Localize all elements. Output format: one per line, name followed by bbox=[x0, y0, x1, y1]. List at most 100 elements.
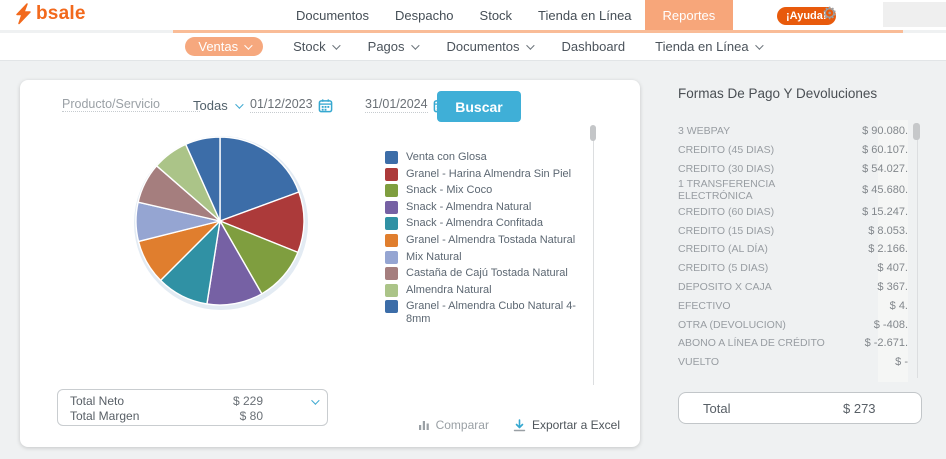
legend-label: Granel - Almendra Tostada Natural bbox=[406, 234, 575, 247]
chevron-down-icon bbox=[332, 41, 340, 49]
card-scrollbar-thumb[interactable] bbox=[590, 125, 596, 141]
date-from-value: 01/12/2023 bbox=[250, 97, 313, 113]
payment-row: CREDITO (60 DIAS)$ 15.247. bbox=[678, 202, 908, 221]
payment-method-label: 1 TRANSFERENCIA ELECTRÓNICA bbox=[678, 178, 836, 202]
payments-title: Formas De Pago Y Devoluciones bbox=[678, 86, 877, 101]
payment-row: EFECTIVO$ 4. bbox=[678, 296, 908, 315]
legend-swatch bbox=[385, 217, 398, 230]
bsale-logo[interactable]: bsale bbox=[14, 3, 86, 25]
subnav-item-ventas-active[interactable]: Ventas bbox=[185, 37, 263, 56]
subnav-label: Stock bbox=[293, 39, 326, 54]
gear-icon[interactable]: ⚙ bbox=[822, 4, 837, 24]
buscar-button[interactable]: Buscar bbox=[437, 91, 521, 122]
sales-pie-chart[interactable] bbox=[131, 132, 309, 310]
chevron-down-icon bbox=[244, 41, 252, 49]
topnav-item-reportes-active[interactable]: Reportes bbox=[645, 0, 734, 30]
topnav-item-tienda-en-linea[interactable]: Tienda en Línea bbox=[525, 0, 644, 30]
category-selected-value: Todas bbox=[193, 98, 228, 113]
payment-method-label: CREDITO (60 DIAS) bbox=[678, 206, 836, 218]
payment-row: CREDITO (5 DIAS)$ 407. bbox=[678, 259, 908, 278]
sales-report-card: Todas 01/12/2023 31/01/2024 bbox=[20, 80, 640, 447]
pie-legend: Venta con Glosa Granel - Harina Almendra… bbox=[385, 151, 600, 329]
legend-item: Granel - Harina Almendra Sin Piel bbox=[385, 168, 600, 181]
legend-label: Granel - Harina Almendra Sin Piel bbox=[406, 168, 571, 181]
legend-label: Venta con Glosa bbox=[406, 151, 487, 164]
subnav-item-documentos[interactable]: Documentos bbox=[447, 39, 532, 54]
exportar-excel-action[interactable]: Exportar a Excel bbox=[513, 418, 620, 432]
topnav-item-documentos[interactable]: Documentos bbox=[283, 0, 382, 30]
payment-amount: $ 4. bbox=[836, 300, 908, 312]
legend-swatch bbox=[385, 201, 398, 214]
payment-amount: $ 2.166. bbox=[836, 243, 908, 255]
top-navigation: Documentos Despacho Stock Tienda en Líne… bbox=[283, 0, 733, 30]
comparar-label: Comparar bbox=[436, 418, 489, 432]
payments-scrollbar-track bbox=[917, 123, 918, 378]
subnav-item-stock[interactable]: Stock bbox=[293, 39, 338, 54]
payment-row: CREDITO (15 DIAS)$ 8.053. bbox=[678, 221, 908, 240]
legend-item: Mix Natural bbox=[385, 251, 600, 264]
legend-swatch bbox=[385, 234, 398, 247]
legend-swatch bbox=[385, 168, 398, 181]
legend-label: Granel - Almendra Cubo Natural 4-8mm bbox=[406, 300, 600, 325]
subnav-item-tienda-en-linea[interactable]: Tienda en Línea bbox=[655, 39, 760, 54]
legend-item: Venta con Glosa bbox=[385, 151, 600, 164]
product-service-input[interactable] bbox=[62, 97, 200, 112]
legend-label: Snack - Mix Coco bbox=[406, 184, 492, 197]
legend-item: Almendra Natural bbox=[385, 284, 600, 297]
payment-row: ABONO A LÍNEA DE CRÉDITO$ -2.671. bbox=[678, 334, 908, 353]
user-account-area[interactable] bbox=[883, 2, 946, 27]
payment-row: 3 WEBPAY$ 90.080. bbox=[678, 122, 908, 141]
chevron-down-icon[interactable] bbox=[311, 396, 319, 404]
payment-method-label: CREDITO (45 DIAS) bbox=[678, 144, 836, 156]
reports-subnav: Ventas Stock Pagos Documentos Dashboard … bbox=[0, 33, 946, 61]
subnav-item-pagos[interactable]: Pagos bbox=[368, 39, 417, 54]
legend-swatch bbox=[385, 151, 398, 164]
chevron-down-icon bbox=[755, 41, 763, 49]
payment-amount: $ 54.027. bbox=[836, 163, 908, 175]
legend-item: Snack - Almendra Confitada bbox=[385, 217, 600, 230]
payment-row: DEPOSITO X CAJA$ 367. bbox=[678, 278, 908, 297]
subnav-label: Dashboard bbox=[562, 39, 626, 54]
subnav-item-dashboard[interactable]: Dashboard bbox=[562, 39, 626, 54]
payment-row: OTRA (DEVOLUCION)$ -408. bbox=[678, 315, 908, 334]
payment-amount: $ - bbox=[836, 356, 908, 368]
payment-row: VUELTO$ - bbox=[678, 353, 908, 372]
topnav-item-despacho[interactable]: Despacho bbox=[382, 0, 467, 30]
payments-total-label: Total bbox=[703, 401, 730, 416]
chevron-down-icon bbox=[411, 41, 419, 49]
legend-label: Snack - Almendra Confitada bbox=[406, 217, 543, 230]
subnav-label: Pagos bbox=[368, 39, 405, 54]
exportar-excel-label: Exportar a Excel bbox=[532, 418, 620, 432]
category-select[interactable]: Todas bbox=[193, 98, 241, 113]
legend-label: Mix Natural bbox=[406, 251, 462, 264]
payments-scrollbar-thumb[interactable] bbox=[913, 123, 920, 140]
date-from-field[interactable]: 01/12/2023 bbox=[250, 97, 333, 113]
topnav-item-stock[interactable]: Stock bbox=[467, 0, 526, 30]
download-icon bbox=[513, 419, 526, 432]
top-header: bsale Documentos Despacho Stock Tienda e… bbox=[0, 0, 946, 30]
payment-amount: $ 367. bbox=[836, 281, 908, 293]
bsale-logo-text: bsale bbox=[36, 3, 86, 25]
legend-swatch bbox=[385, 251, 398, 264]
date-to-field[interactable]: 31/01/2024 bbox=[365, 97, 448, 113]
subnav-label: Ventas bbox=[198, 39, 238, 54]
comparar-action[interactable]: Comparar bbox=[418, 418, 489, 432]
calendar-icon bbox=[318, 98, 333, 113]
legend-swatch bbox=[385, 284, 398, 297]
payment-row: CREDITO (30 DIAS)$ 54.027. bbox=[678, 160, 908, 179]
payment-method-label: DEPOSITO X CAJA bbox=[678, 281, 836, 293]
subnav-label: Tienda en Línea bbox=[655, 39, 748, 54]
payment-method-label: CREDITO (5 DIAS) bbox=[678, 262, 836, 274]
subnav-label: Documentos bbox=[447, 39, 520, 54]
bar-chart-icon bbox=[418, 419, 430, 431]
payment-method-label: CREDITO (AL DÍA) bbox=[678, 243, 836, 255]
payment-amount: $ -2.671. bbox=[836, 337, 908, 349]
payment-amount: $ 407. bbox=[836, 262, 908, 274]
card-actions: Comparar Exportar a Excel bbox=[20, 418, 620, 432]
payment-amount: $ 15.247. bbox=[836, 206, 908, 218]
legend-label: Castaña de Cajú Tostada Natural bbox=[406, 267, 568, 280]
payment-method-label: 3 WEBPAY bbox=[678, 125, 836, 137]
payments-panel: Formas De Pago Y Devoluciones 3 WEBPAY$ … bbox=[660, 62, 946, 459]
payments-list: 3 WEBPAY$ 90.080.CREDITO (45 DIAS)$ 60.1… bbox=[678, 122, 908, 372]
payment-row: CREDITO (AL DÍA)$ 2.166. bbox=[678, 240, 908, 259]
